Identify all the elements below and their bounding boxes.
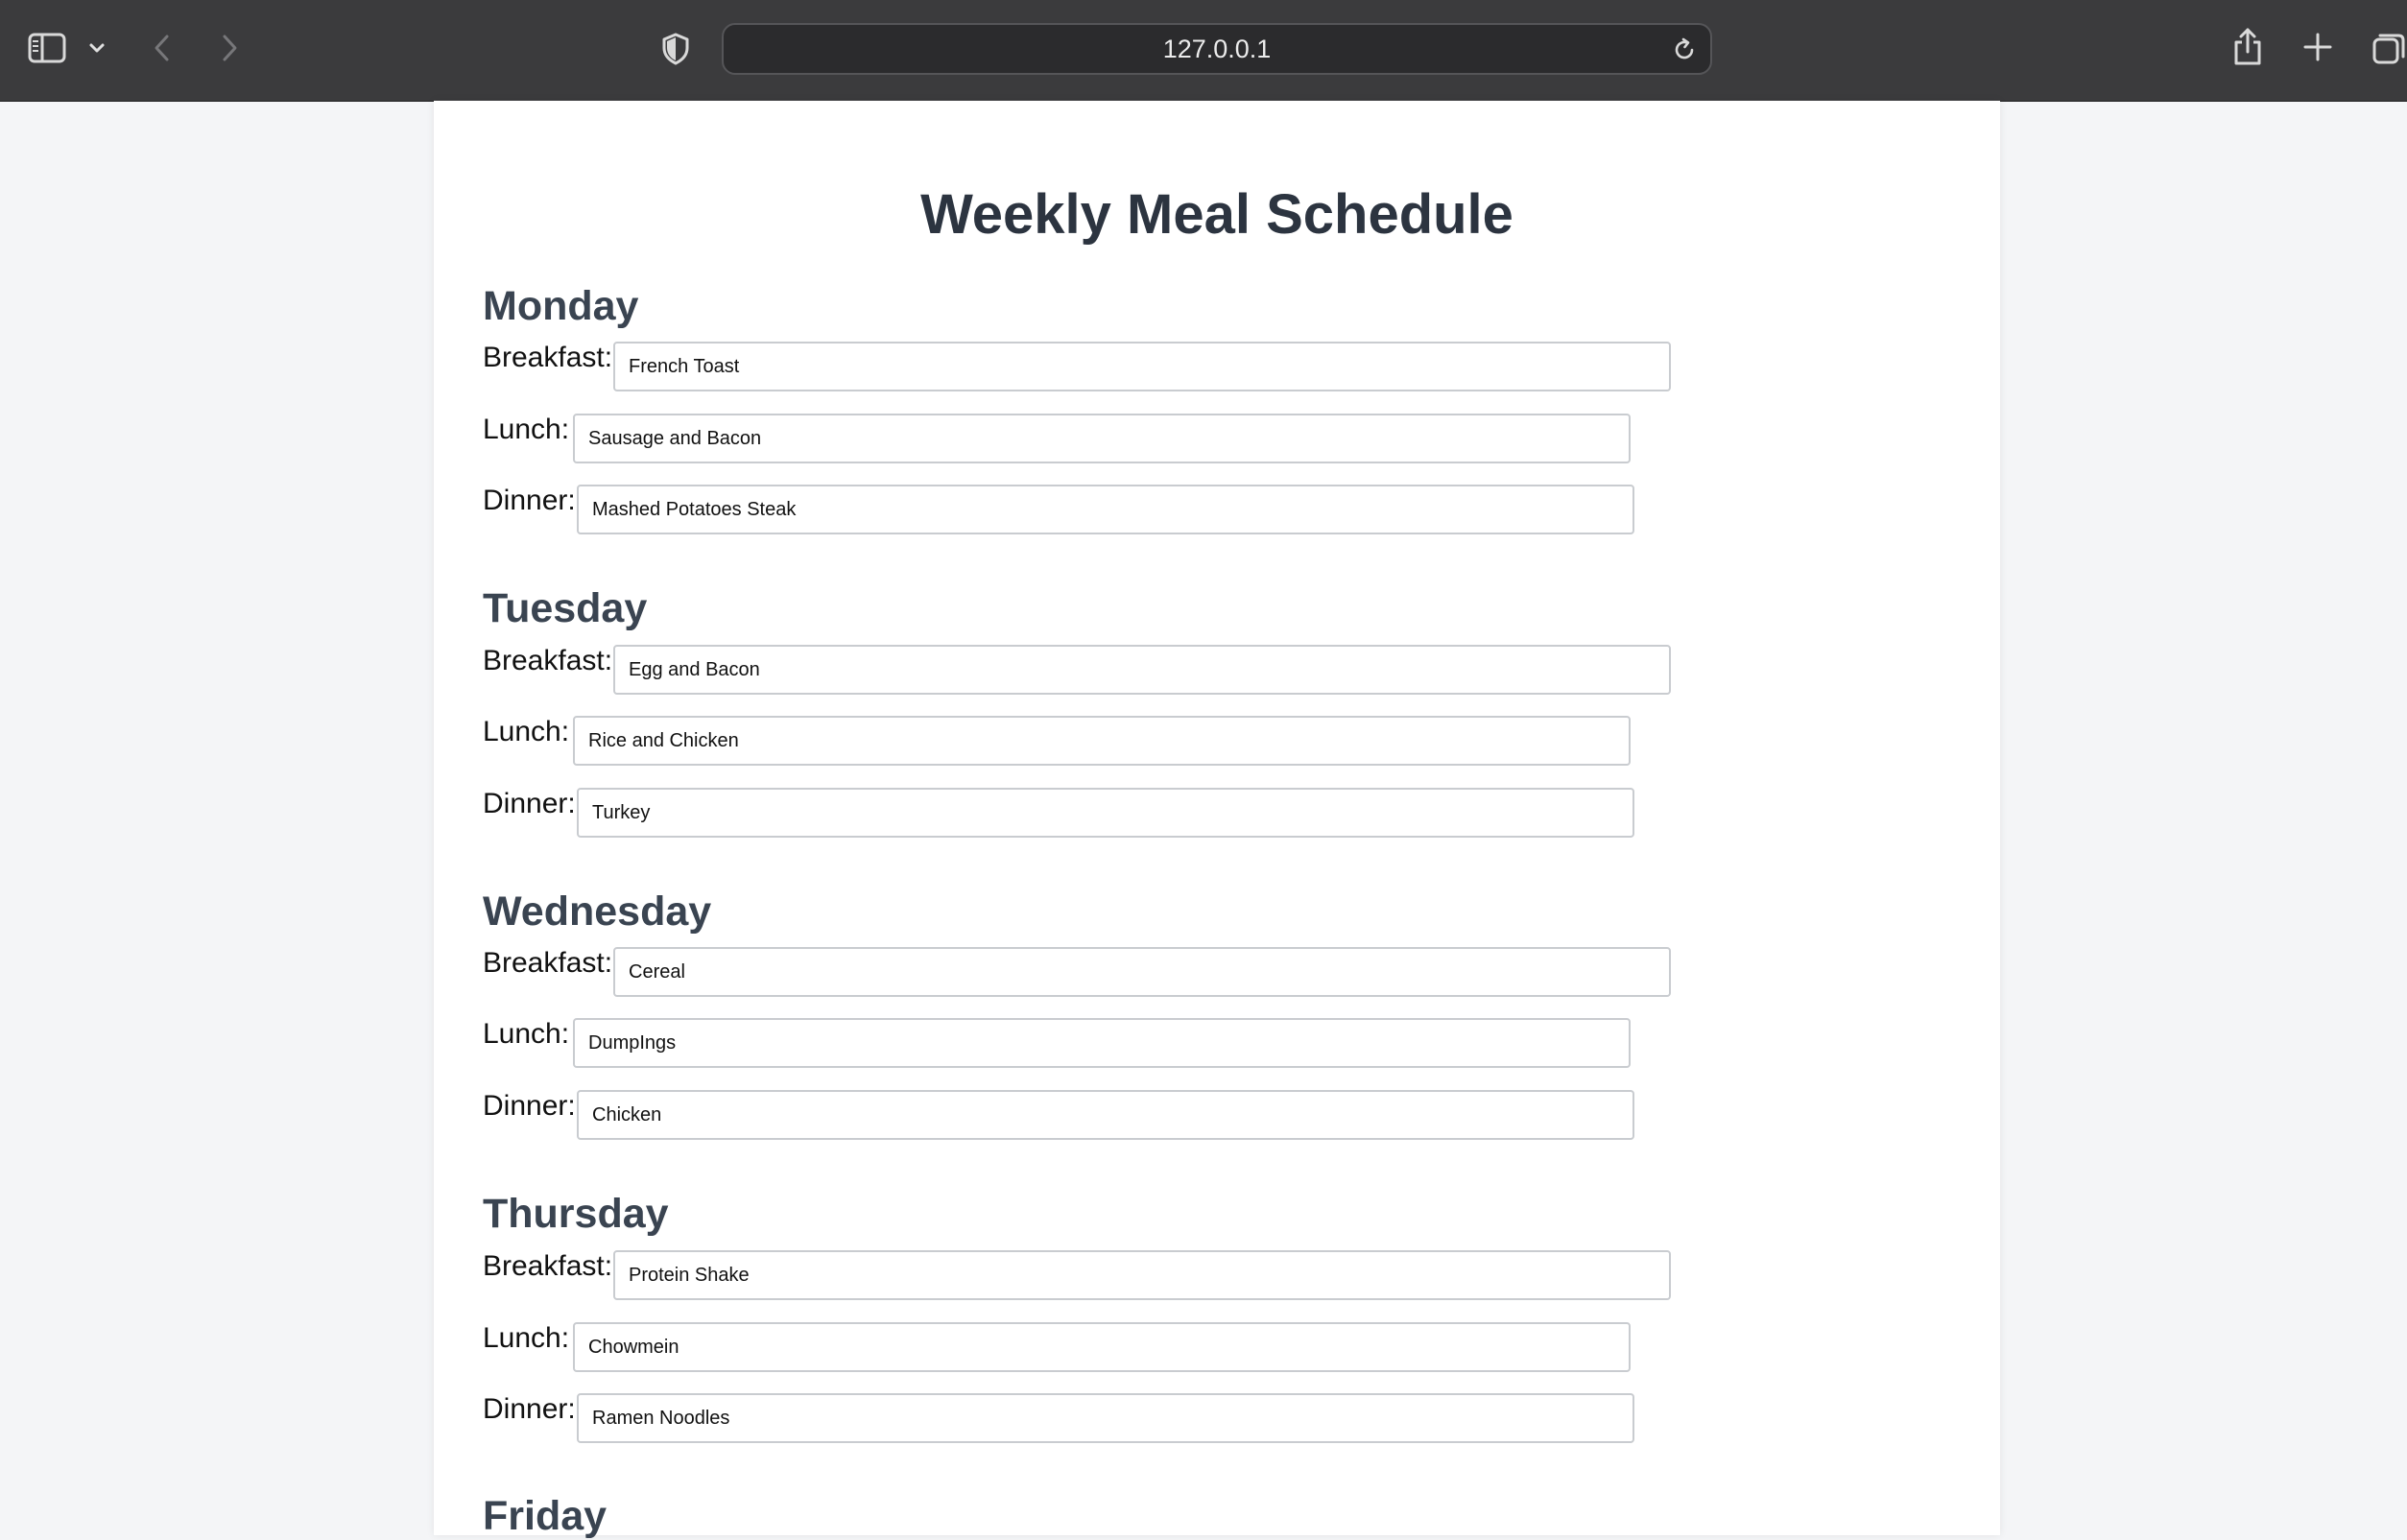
shield-icon[interactable]: [658, 31, 693, 67]
back-arrow-icon[interactable]: [148, 31, 177, 65]
lunch-input[interactable]: [573, 1018, 1631, 1068]
forward-arrow-icon[interactable]: [215, 31, 244, 65]
address-bar[interactable]: 127.0.0.1: [722, 23, 1712, 75]
dinner-input[interactable]: [577, 1090, 1634, 1140]
meal-label: Dinner:: [483, 1393, 576, 1425]
breakfast-input[interactable]: [613, 645, 1671, 695]
page-content: Weekly Meal Schedule Monday Breakfast: L…: [434, 101, 2000, 1539]
browser-toolbar: 127.0.0.1: [0, 0, 2407, 102]
meal-label: Lunch:: [483, 1018, 570, 1050]
breakfast-input[interactable]: [613, 947, 1671, 997]
day-title: Friday: [483, 1493, 608, 1539]
tab-overview-icon[interactable]: [2371, 29, 2407, 67]
meal-label: Dinner:: [483, 788, 576, 819]
meal-label: Lunch:: [483, 414, 570, 445]
sidebar-icon[interactable]: [27, 31, 67, 65]
dinner-input[interactable]: [577, 485, 1634, 534]
day-title: Thursday: [483, 1191, 669, 1237]
address-text: 127.0.0.1: [1162, 34, 1272, 63]
chevron-down-icon[interactable]: [86, 36, 107, 59]
share-icon[interactable]: [2230, 25, 2265, 69]
breakfast-input[interactable]: [613, 342, 1671, 391]
reload-icon[interactable]: [1670, 36, 1699, 69]
meal-label: Breakfast:: [483, 342, 613, 373]
meal-label: Breakfast:: [483, 645, 613, 676]
day-title: Tuesday: [483, 585, 648, 631]
meal-label: Lunch:: [483, 716, 570, 747]
lunch-input[interactable]: [573, 414, 1631, 463]
meal-label: Lunch:: [483, 1322, 570, 1354]
day-title: Wednesday: [483, 888, 712, 935]
meal-label: Dinner:: [483, 1090, 576, 1122]
meal-label: Breakfast:: [483, 1250, 613, 1282]
meal-label: Dinner:: [483, 485, 576, 516]
page-title: Weekly Meal Schedule: [920, 183, 1513, 246]
dinner-input[interactable]: [577, 1393, 1634, 1443]
plus-icon[interactable]: [2301, 31, 2334, 63]
meal-label: Breakfast:: [483, 947, 613, 979]
breakfast-input[interactable]: [613, 1250, 1671, 1300]
lunch-input[interactable]: [573, 1322, 1631, 1372]
lunch-input[interactable]: [573, 716, 1631, 766]
day-title: Monday: [483, 283, 639, 329]
dinner-input[interactable]: [577, 788, 1634, 838]
